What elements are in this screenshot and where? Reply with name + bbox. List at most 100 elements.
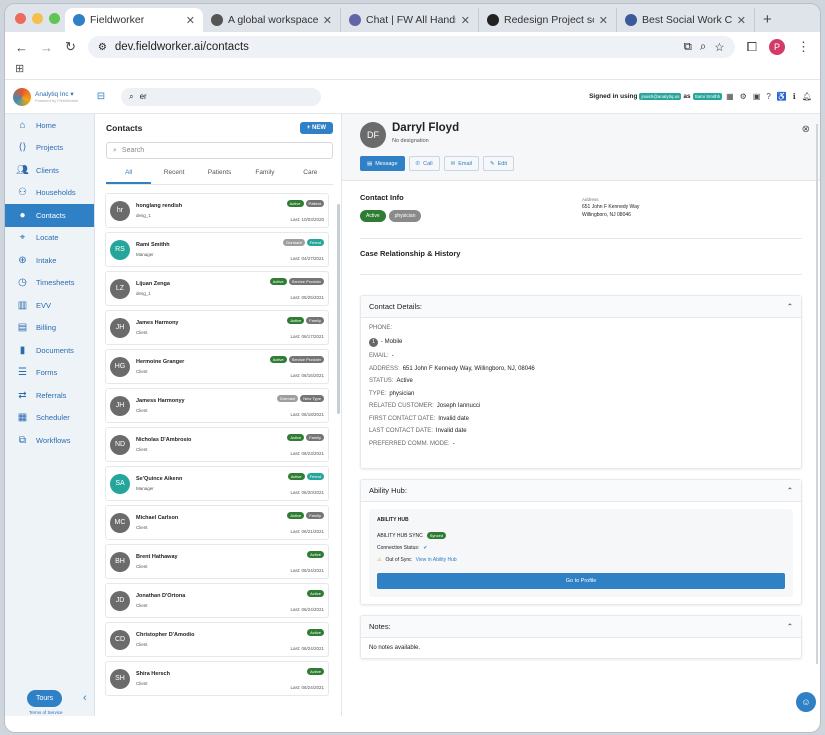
close-window-button[interactable] [15,13,26,24]
sidebar-item-scheduler[interactable]: ▦ Scheduler [5,407,94,430]
sidebar-item-forms[interactable]: ☰ Forms [5,362,94,385]
browser-tab[interactable]: A global workspace in la ✕ [203,8,341,32]
site-settings-icon[interactable]: ⚙ [98,42,107,53]
close-tab-icon[interactable]: ✕ [461,14,470,27]
ability-hub-header[interactable]: Ability Hub: ⌃ [361,480,801,502]
contact-card[interactable]: SA Se'Quince Aikenn Manager Active Friend Las… [105,466,329,501]
settings-gear-icon[interactable]: ⚙ [740,92,747,101]
contact-card[interactable]: ND Nicholas D'Ambrosio Client Active Family L… [105,427,329,462]
contact-name: Rami Smithh [136,242,170,248]
avatar: JD [110,590,130,611]
url-field[interactable]: ⚙ dev.fieldworker.ai/contacts ⧉ ⌕ ☆ [87,36,735,58]
minimize-window-button[interactable] [32,13,43,24]
detail-scrollbar[interactable] [816,124,818,664]
browser-tab[interactable]: Best Social Work Care M ✕ [617,8,755,32]
sidebar-item-billing[interactable]: ▤ Billing [5,317,94,340]
profile-avatar[interactable]: P [769,39,785,55]
contact-detail: DF Darryl Floyd No designation ⊗ ▤ Messag… [342,114,820,716]
browser-tab[interactable]: Redesign Project screen ✕ [479,8,617,32]
back-icon[interactable]: ← [15,40,28,55]
new-tab-button[interactable]: + [763,11,772,28]
contacts-panel: Contacts + NEW ⌕ Search All Recent Patient… [95,114,342,716]
notes-header[interactable]: Notes: ⌃ [361,616,801,638]
contact-card[interactable]: JH James Harmony Client Active Family Last: 0… [105,310,329,345]
contact-card[interactable]: LZ Lijuan Zenga desg_1 Active Service Provid… [105,271,329,306]
apps-icon[interactable]: ▣ [753,92,761,101]
go-to-profile-button[interactable]: Go to Profile [377,573,785,589]
email-button[interactable]: ✉ Email [443,156,479,171]
contact-card[interactable]: MC Michael Carlson Client Active Family Last:… [105,505,329,540]
apps-grid-icon[interactable]: ⊞ [15,63,24,75]
contacts-scrollbar[interactable] [337,204,340,414]
filter-tab-patients[interactable]: Patients [197,169,242,184]
bookmark-star-icon[interactable]: ☆ [714,40,724,54]
sidebar-item-locate[interactable]: ⌖ Locate [5,227,94,250]
collapse-icon[interactable]: ⌃ [787,622,793,631]
contact-card[interactable]: JH Jamess Harmonyy Client Dormant New Type La… [105,388,329,423]
document-icon: ▮ [19,344,26,356]
contact-card[interactable]: hr honglang rendish desg_1 Active Patient Las… [105,193,329,228]
contact-card[interactable]: JD Jonathan D'Ortona Client Active Last: 06/… [105,583,329,618]
filter-tab-recent[interactable]: Recent [151,169,196,184]
message-button[interactable]: ▤ Message [360,156,405,171]
tours-button[interactable]: Tours [27,690,63,707]
zoom-window-button[interactable] [49,13,60,24]
browser-tab[interactable]: Chat | FW All Hands | Mi ✕ [341,8,479,32]
help-icon[interactable]: ? [766,92,770,101]
menu-toggle-icon[interactable]: ⊟ [97,91,105,102]
sidebar-item-clients[interactable]: 👥︎ Clients [5,159,94,182]
browser-menu-icon[interactable]: ⋮ [797,39,810,55]
forward-icon[interactable]: → [40,40,53,55]
collapse-sidebar-icon[interactable]: ‹ [83,692,87,704]
sidebar-item-workflows[interactable]: ⧉ Workflows [5,429,94,452]
sidebar-item-households[interactable]: ⚇ Households [5,182,94,205]
sidebar-item-contacts[interactable]: ● Contacts [5,204,94,227]
last-contact-label: LAST CONTACT DATE: [369,428,433,434]
chat-fab[interactable]: ☺ [796,692,816,712]
install-icon[interactable]: ⧉ [684,41,692,54]
extensions-icon[interactable]: ⧠ [747,39,757,55]
info-icon[interactable]: ℹ [793,92,796,101]
browser-tab[interactable]: Fieldworker ✕ [65,8,203,32]
contact-card[interactable]: CD Christopher D'Amodio Client Active Last: … [105,622,329,657]
contact-card[interactable]: HG Hermoine Granger Client Active Service Pr… [105,349,329,384]
sidebar-item-evv[interactable]: ▥ EVV [5,294,94,317]
close-tab-icon[interactable]: ✕ [599,14,608,27]
sidebar-item-label: Forms [36,368,58,378]
tab-title: Redesign Project screen [504,14,594,26]
filter-tab-care[interactable]: Care [288,169,333,184]
reload-icon[interactable]: ↻ [65,39,76,55]
call-button[interactable]: ✆ Call [408,156,440,171]
collapse-icon[interactable]: ⌃ [787,302,793,311]
sidebar-item-intake[interactable]: ⊕ Intake [5,249,94,272]
filter-tab-family[interactable]: Family [242,169,287,184]
close-tab-icon[interactable]: ✕ [186,14,195,27]
new-contact-button[interactable]: + NEW [299,122,333,134]
accessibility-icon[interactable]: ♿ [777,92,787,101]
notifications-bell-icon[interactable]: 🔔︎ [802,92,812,101]
org-switcher[interactable]: Analytiq Inc ▾ [35,90,79,98]
global-search-input[interactable]: er [140,92,147,101]
calendar-icon[interactable]: ▦ [726,92,734,101]
sidebar-item-documents[interactable]: ▮ Documents [5,339,94,362]
terms-link[interactable]: Terms of Service [29,710,63,715]
zoom-icon[interactable]: ⌕ [700,41,706,54]
contact-card[interactable]: SH Shira Hersch Client Active Last: 06/24/20… [105,661,329,696]
sidebar-item-referrals[interactable]: ⇄ Referrals [5,384,94,407]
contacts-search-input[interactable]: ⌕ Search [106,142,333,159]
edit-button[interactable]: ✎ Edit [483,156,515,171]
global-search[interactable]: ⌕ er [121,87,322,106]
contact-card[interactable]: BH Brent Hathaway Client Active Last: 06/24/… [105,544,329,579]
close-tab-icon[interactable]: ✕ [323,14,332,27]
sidebar-item-home[interactable]: ⌂ Home [5,114,94,137]
contact-card[interactable]: RS Rami Smithh Manager Dormant Friend Last: 0… [105,232,329,267]
filter-tab-all[interactable]: All [106,169,152,184]
sidebar-item-timesheets[interactable]: ◷ Timesheets [5,272,94,295]
view-in-ability-hub-link[interactable]: View in Ability Hub [416,557,457,563]
close-tab-icon[interactable]: ✕ [737,14,746,27]
close-detail-icon[interactable]: ⊗ [802,124,810,135]
contact-details-header[interactable]: Contact Details: ⌃ [361,296,801,318]
sidebar-item-projects[interactable]: ⟨⟩ Projects [5,137,94,160]
collapse-icon[interactable]: ⌃ [787,486,793,495]
sidebar-item-label: Households [36,188,76,198]
